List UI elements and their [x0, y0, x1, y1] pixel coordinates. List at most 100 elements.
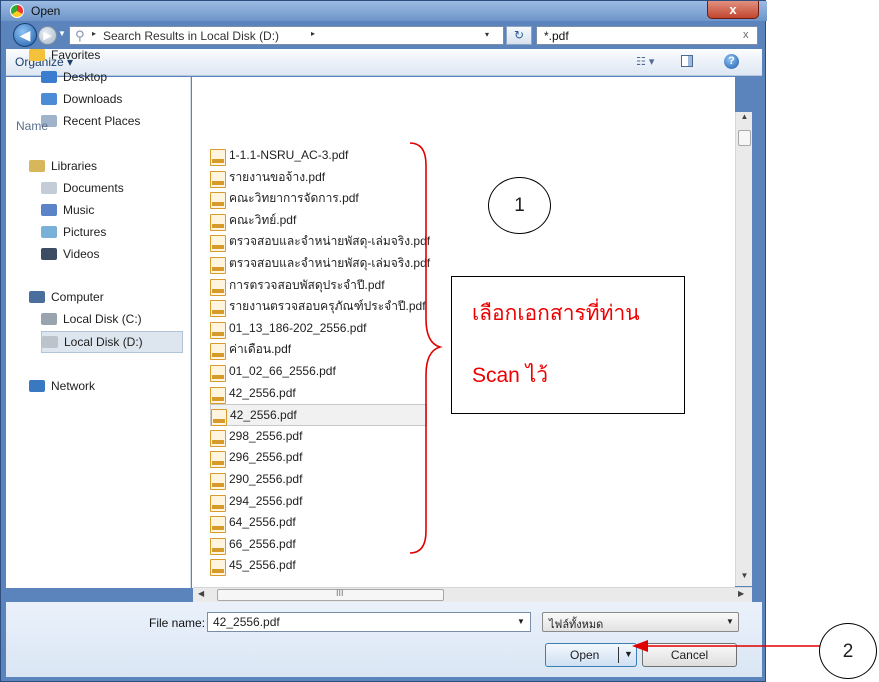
file-row[interactable]: 42_2556.pdf — [210, 404, 427, 427]
file-name: 66_2556.pdf — [229, 536, 296, 551]
file-row[interactable]: 298_2556.pdf — [210, 426, 425, 447]
vertical-scrollbar[interactable]: ▲ ▼ — [735, 112, 752, 586]
sidebar-item-local-disk-c[interactable]: Local Disk (C:) — [41, 309, 181, 329]
breadcrumb[interactable]: Search Results in Local Disk (D:) — [103, 29, 279, 43]
address-dropdown-icon[interactable]: ▾ — [485, 30, 489, 39]
pdf-file-icon — [210, 235, 226, 253]
scroll-right-icon[interactable]: ▶ — [738, 589, 744, 598]
file-row[interactable]: ตรวจสอบและจำหน่ายพัสดุ-เล่มจริง.pdf — [210, 253, 430, 274]
drive-d-icon — [42, 336, 58, 348]
file-row[interactable]: 42_2556.pdf — [210, 383, 425, 404]
horizontal-scrollbar[interactable]: ◀ III ▶ — [193, 587, 752, 602]
open-button[interactable]: Open ▼ — [545, 643, 637, 667]
file-row[interactable]: การตรวจสอบพัสดุประจำปี.pdf — [210, 275, 425, 296]
sidebar-item-computer[interactable]: Computer — [29, 287, 181, 307]
file-name: 01_13_186-202_2556.pdf — [229, 320, 367, 335]
computer-icon — [29, 291, 45, 303]
desktop-icon — [41, 71, 57, 83]
forward-button[interactable]: ▶ — [38, 26, 57, 45]
file-row[interactable]: 01_02_66_2556.pdf — [210, 361, 425, 382]
file-row[interactable]: 1-1.1-NSRU_AC-3.pdf — [210, 145, 425, 166]
file-row[interactable]: ค่าเดือน.pdf — [210, 339, 425, 361]
sidebar-item-recent-places[interactable]: Recent Places — [41, 111, 181, 131]
file-row[interactable]: รายงานขอจ้าง.pdf — [210, 167, 425, 188]
sidebar-item-videos[interactable]: Videos — [41, 244, 181, 264]
file-name: ค่าเดือน.pdf — [229, 342, 292, 357]
file-row[interactable]: คณะวิทยาการจัดการ.pdf — [210, 188, 425, 210]
sidebar-item-label: Favorites — [51, 48, 101, 62]
help-button[interactable]: ? — [724, 54, 739, 69]
sidebar-item-libraries[interactable]: Libraries — [29, 156, 181, 176]
sidebar-item-music[interactable]: Music — [41, 200, 181, 220]
scroll-down-icon[interactable]: ▼ — [736, 571, 753, 585]
file-name-field[interactable]: 42_2556.pdf ▼ — [207, 612, 531, 632]
refresh-button[interactable]: ↻ — [506, 26, 532, 45]
sidebar-item-pictures[interactable]: Pictures — [41, 222, 181, 242]
scroll-up-icon[interactable]: ▲ — [736, 112, 753, 126]
file-name: คณะวิทย์.pdf — [229, 212, 297, 227]
sidebar-item-network[interactable]: Network — [29, 376, 181, 396]
sidebar-item-label: Documents — [63, 181, 124, 195]
file-row[interactable]: 294_2556.pdf — [210, 491, 425, 512]
sidebar-item-local-disk-d[interactable]: Local Disk (D:) — [41, 331, 183, 353]
sidebar-item-documents[interactable]: Documents — [41, 178, 181, 198]
pdf-file-icon — [210, 343, 226, 361]
name-column-header[interactable]: Name — [16, 119, 48, 133]
file-name: 290_2556.pdf — [229, 472, 303, 486]
title-bar[interactable]: Open x — [1, 1, 767, 21]
breadcrumb-chevron-icon[interactable]: ▸ — [311, 29, 315, 38]
pdf-file-icon — [210, 278, 226, 296]
vertical-scroll-thumb[interactable] — [738, 130, 751, 146]
search-input[interactable]: *.pdf x — [536, 26, 758, 45]
recent-pages-dropdown[interactable]: ▼ — [58, 29, 66, 39]
pdf-file-icon — [210, 429, 226, 447]
drive-c-icon — [41, 313, 57, 325]
file-row[interactable]: ตรวจสอบและจำหน่ายพัสดุ-เล่มจริง.pdf — [210, 231, 430, 253]
pdf-file-icon — [210, 213, 226, 231]
file-name: 296_2556.pdf — [229, 450, 303, 465]
file-row[interactable]: 290_2556.pdf — [210, 469, 425, 490]
file-row[interactable]: 296_2556.pdf — [210, 447, 425, 469]
file-type-select[interactable]: ไฟล์ทั้งหมด ▼ — [542, 612, 739, 632]
pdf-file-icon — [210, 192, 226, 210]
file-row[interactable]: รายงานตรวจสอบครุภัณฑ์ประจำปี.pdf — [210, 296, 426, 318]
change-view-button[interactable]: ☷ ▾ — [636, 55, 654, 68]
file-name: 42_2556.pdf — [229, 385, 296, 400]
back-button[interactable]: ◀ — [13, 23, 37, 47]
file-name: 294_2556.pdf — [229, 493, 303, 508]
chrome-app-icon — [10, 4, 24, 18]
pdf-file-icon — [210, 494, 226, 512]
pictures-icon — [41, 226, 57, 238]
pdf-file-icon — [210, 321, 226, 339]
chevron-down-icon[interactable]: ▼ — [517, 617, 525, 626]
pdf-file-icon — [210, 365, 226, 382]
preview-pane-button[interactable] — [681, 55, 693, 67]
open-button-label: Open — [570, 648, 600, 662]
clear-search-icon[interactable]: x — [743, 29, 749, 41]
file-row[interactable]: 66_2556.pdf — [210, 534, 425, 555]
file-name: คณะวิทยาการจัดการ.pdf — [229, 191, 359, 206]
sidebar-item-downloads[interactable]: Downloads — [41, 89, 181, 109]
file-row[interactable]: คณะวิทย์.pdf — [210, 210, 425, 231]
chevron-down-icon[interactable]: ▼ — [726, 617, 734, 626]
sidebar-item-favorites[interactable]: Favorites — [29, 45, 181, 65]
sidebar-item-label: Downloads — [63, 92, 123, 106]
address-bar[interactable]: ⚲ ▸ Search Results in Local Disk (D:) ▸ … — [69, 26, 504, 45]
file-type-value: ไฟล์ทั้งหมด — [549, 619, 604, 631]
scroll-left-icon[interactable]: ◀ — [198, 589, 204, 598]
sidebar-item-desktop[interactable]: Desktop — [41, 67, 181, 87]
file-name: ตรวจสอบและจำหน่ายพัสดุ-เล่มจริง.pdf — [229, 256, 431, 270]
breadcrumb-chevron-icon[interactable]: ▸ — [92, 29, 96, 38]
close-button[interactable]: x — [707, 1, 759, 19]
file-name: 01_02_66_2556.pdf — [229, 364, 336, 378]
arrow-to-open-icon — [632, 640, 820, 652]
instruction-callout: เลือกเอกสารที่ท่าน Scan ไว้ — [451, 276, 685, 414]
sidebar-item-label: Music — [63, 203, 95, 217]
file-row[interactable]: 01_13_186-202_2556.pdf — [210, 318, 425, 339]
libraries-icon — [29, 160, 45, 172]
file-row[interactable]: 45_2556.pdf — [210, 555, 425, 577]
file-row[interactable]: 64_2556.pdf — [210, 512, 425, 534]
file-name: 64_2556.pdf — [229, 515, 296, 530]
sidebar-item-label: Recent Places — [63, 114, 141, 128]
horizontal-scroll-thumb[interactable]: III — [217, 588, 444, 601]
